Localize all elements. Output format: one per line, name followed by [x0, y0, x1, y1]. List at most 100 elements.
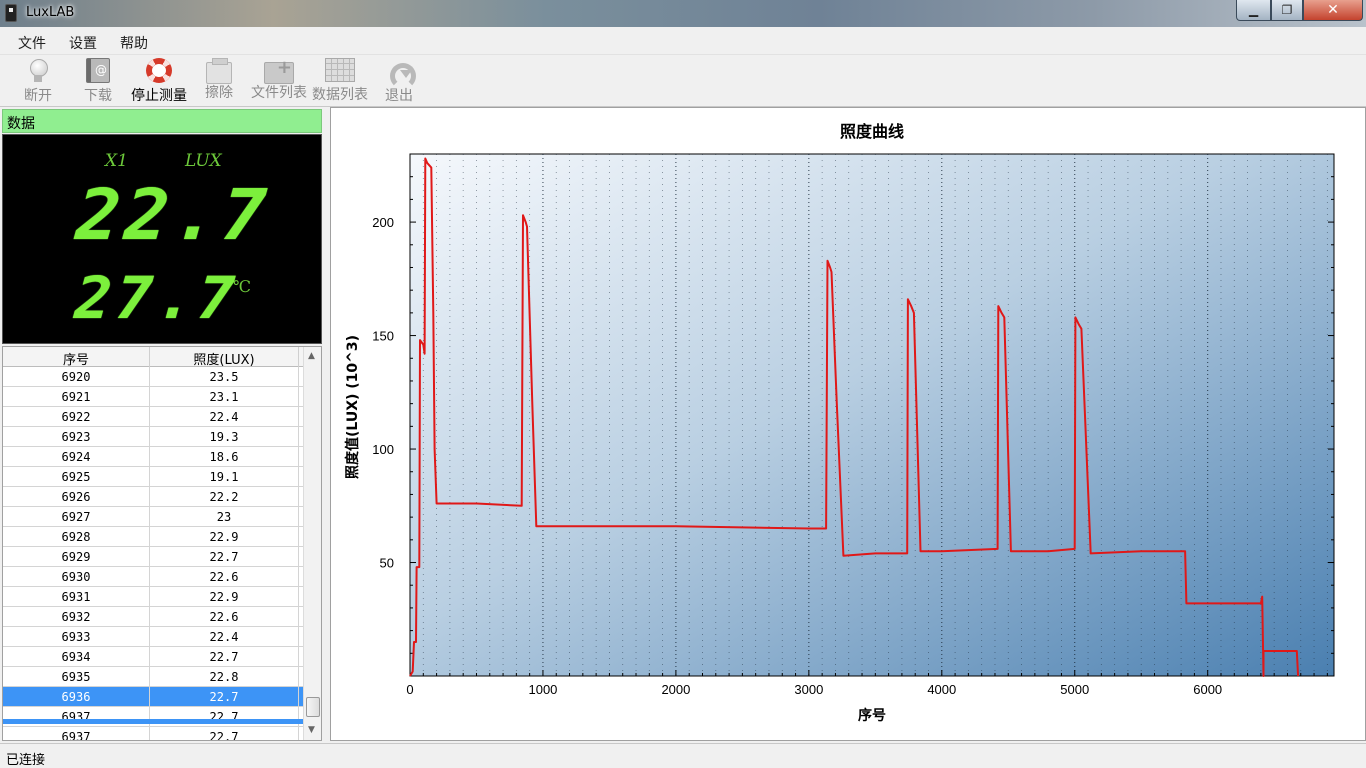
plot-area [409, 153, 1335, 677]
cell-index: 6927 [3, 507, 150, 526]
x-axis-label: 序号 [858, 707, 886, 724]
cell-index: 6924 [3, 447, 150, 466]
scroll-thumb[interactable] [306, 697, 320, 717]
cell-lux: 22.7 [150, 647, 299, 666]
download-button[interactable]: 下载 [78, 57, 118, 105]
cell-index: 6928 [3, 527, 150, 546]
cell-index: 6920 [3, 367, 150, 386]
cell-lux: 22.6 [150, 567, 299, 586]
data-panel-header: 数据 [2, 109, 322, 133]
close-button[interactable]: ✕ [1303, 0, 1363, 21]
cell-lux: 18.6 [150, 447, 299, 466]
table-row[interactable]: 6921 23.1 [3, 387, 303, 407]
cell-lux: 23 [150, 507, 299, 526]
table-row[interactable]: 6924 18.6 [3, 447, 303, 467]
lux-chart: 0 1000 2000 3000 4000 5000 6000 50 100 150 200 照度曲线… [344, 122, 1335, 724]
table-row[interactable]: 6934 22.7 [3, 647, 303, 667]
connection-status: 已连接 [6, 753, 46, 768]
table-body: 6920 23.5 6921 23.1 6922 22.4 6923 19.3 6924 18.6… [3, 367, 303, 740]
lifebuoy-icon [146, 58, 172, 83]
cell-lux: 23.5 [150, 367, 299, 386]
stop-measure-label: 停止测量 [131, 88, 187, 104]
data-list-button[interactable]: 数据列表 [310, 57, 370, 105]
channel-label: X1 [105, 151, 128, 171]
menu-file[interactable]: 文件 [18, 33, 46, 53]
data-table: 序号 照度(LUX) 6920 23.5 6921 23.1 6922 22.4 6923 1… [2, 346, 322, 741]
table-row[interactable]: 6929 22.7 [3, 547, 303, 567]
cell-lux: 22.4 [150, 627, 299, 646]
table-row[interactable]: 6931 22.9 [3, 587, 303, 607]
disconnect-button[interactable]: 断开 [18, 57, 58, 105]
y-tick-label: 150 [372, 329, 394, 344]
exit-button[interactable]: 退出 [379, 57, 419, 105]
table-row[interactable]: 6932 22.6 [3, 607, 303, 627]
erase-label: 擦除 [205, 85, 233, 101]
table-row[interactable]: 6936 22.7 [3, 687, 303, 707]
table-row[interactable]: 6935 22.8 [3, 667, 303, 687]
cell-lux: 22.2 [150, 487, 299, 506]
cell-lux: 19.3 [150, 427, 299, 446]
folder-add-icon [264, 57, 294, 84]
cell-index: 6931 [3, 587, 150, 606]
table-row[interactable]: 6930 22.6 [3, 567, 303, 587]
cell-lux: 22.7 [150, 687, 299, 706]
table-row[interactable]: 6927 23 [3, 507, 303, 527]
file-list-label: 文件列表 [251, 85, 307, 101]
data-panel: 数据 X1 LUX 22.7 27.7 ℃ 序号 照度(LUX) 6920 23.… [0, 107, 326, 741]
table-row[interactable]: 6926 22.2 [3, 487, 303, 507]
table-row[interactable]: 6922 22.4 [3, 407, 303, 427]
menu-settings[interactable]: 设置 [69, 33, 97, 53]
scroll-up-icon[interactable]: ▲ [308, 351, 315, 361]
temp-reading: 27.7 [72, 264, 242, 332]
table-row[interactable]: 6937 22.7 [3, 707, 303, 727]
data-list-label: 数据列表 [312, 87, 368, 103]
redo-icon [386, 58, 416, 89]
x-tick-label: 0 [406, 682, 413, 697]
erase-button[interactable]: 擦除 [199, 57, 239, 105]
table-header: 序号 照度(LUX) [3, 347, 303, 368]
toolbar: 断开 下载 停止测量 擦除 文件列表 数据列表 退出 [0, 55, 1366, 107]
menu-help[interactable]: 帮助 [120, 33, 148, 53]
y-axis-label: 照度值(LUX) (10^3) [344, 335, 361, 479]
cell-index: 6922 [3, 407, 150, 426]
y-tick-label: 200 [372, 215, 394, 230]
table-row[interactable]: 6937 22.7 [3, 727, 303, 740]
cell-lux: 23.1 [150, 387, 299, 406]
y-tick-label: 50 [380, 556, 394, 571]
file-list-button[interactable]: 文件列表 [249, 57, 309, 105]
cell-index: 6923 [3, 427, 150, 446]
table-row[interactable]: 6925 19.1 [3, 467, 303, 487]
cell-lux: 22.7 [150, 727, 299, 740]
scroll-down-icon[interactable]: ▼ [308, 725, 315, 735]
vertical-scrollbar[interactable]: ▲ ▼ [303, 347, 321, 740]
table-row[interactable]: 6928 22.9 [3, 527, 303, 547]
app-icon [5, 4, 17, 22]
bulb-icon [24, 58, 52, 83]
table-row[interactable]: 6933 22.4 [3, 627, 303, 647]
chart-panel: 0 1000 2000 3000 4000 5000 6000 50 100 150 200 照度曲线… [330, 107, 1366, 741]
cell-lux: 22.6 [150, 607, 299, 626]
window-title: LuxLAB [26, 5, 75, 20]
stop-measure-button[interactable]: 停止测量 [128, 57, 190, 105]
cell-lux: 22.8 [150, 667, 299, 686]
minimize-button[interactable]: ▁ [1236, 0, 1271, 21]
column-header-index[interactable]: 序号 [3, 347, 150, 368]
chart-title: 照度曲线 [840, 122, 904, 141]
maximize-button[interactable]: ❐ [1271, 0, 1303, 21]
cell-lux: 22.7 [150, 547, 299, 566]
temp-unit-label: ℃ [233, 277, 251, 296]
table-row[interactable]: 6920 23.5 [3, 367, 303, 387]
column-header-lux[interactable]: 照度(LUX) [150, 347, 299, 368]
cell-index: 6929 [3, 547, 150, 566]
table-row[interactable]: 6923 19.3 [3, 427, 303, 447]
cell-lux: 22.9 [150, 527, 299, 546]
lux-reading: 22.7 [73, 174, 274, 256]
spreadsheet-icon [325, 58, 355, 82]
eraser-icon [206, 58, 232, 84]
x-tick-label: 5000 [1060, 682, 1089, 697]
cell-index: 6932 [3, 607, 150, 626]
cell-index: 6936 [3, 687, 150, 706]
y-tick-label: 100 [372, 442, 394, 457]
meter-display: X1 LUX 22.7 27.7 ℃ [2, 134, 322, 344]
cell-index: 6921 [3, 387, 150, 406]
